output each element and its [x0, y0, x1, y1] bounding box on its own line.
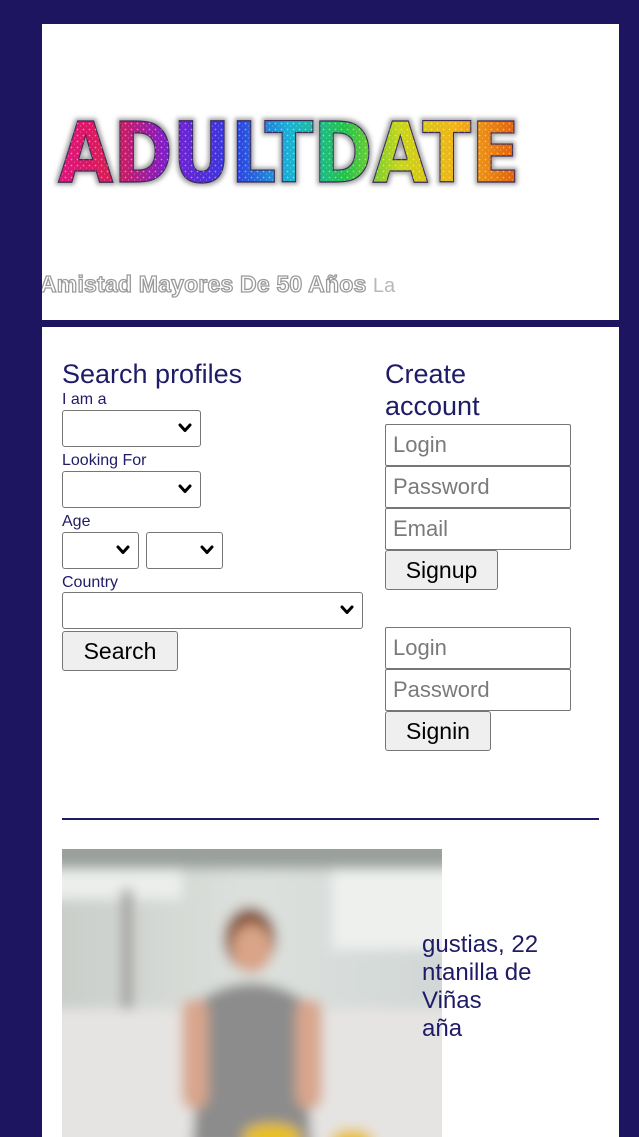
signin-password-input[interactable]: [385, 669, 571, 711]
main-content: Search profiles I am a Looking For Age C…: [42, 327, 619, 1137]
age-to-select[interactable]: [146, 532, 223, 569]
signup-email-input[interactable]: [385, 508, 571, 550]
age-label: Age: [62, 513, 91, 530]
signup-password-input[interactable]: [385, 466, 571, 508]
tagline-main: Amistad Mayores De 50 Años: [42, 270, 367, 297]
chevron-down-icon: [200, 545, 214, 554]
tagline-suffix: La: [372, 275, 396, 297]
looking-for-select[interactable]: [62, 471, 201, 508]
create-account-form: Create account Signup Signin: [385, 358, 605, 751]
site-tagline: Amistad Mayores De 50 Años La: [42, 270, 395, 300]
search-profiles-form: Search profiles I am a Looking For Age C…: [62, 358, 372, 671]
chevron-down-icon: [178, 423, 192, 432]
profile-photo[interactable]: [62, 849, 442, 1137]
logo-text-sparkle: ADULTDATE: [58, 104, 520, 202]
signin-login-input[interactable]: [385, 627, 571, 669]
site-logo[interactable]: ADULTDATE ADULTDATE: [52, 98, 532, 208]
age-range: [62, 532, 372, 569]
signup-button[interactable]: Signup: [385, 550, 498, 590]
profile-line: aña: [422, 1015, 463, 1042]
profile-line: gustias, 22: [422, 931, 539, 958]
profile-photo-image: [62, 849, 442, 1137]
create-account-title-line1: Create: [385, 359, 467, 389]
profile-line: ntanilla de: [422, 959, 532, 986]
create-account-title-line2: account: [385, 391, 480, 421]
search-button[interactable]: Search: [62, 631, 178, 671]
profile-line: Viñas: [422, 987, 482, 1014]
chevron-down-icon: [116, 545, 130, 554]
site-header: ADULTDATE ADULTDATE Amistad Mayores De 5…: [42, 24, 619, 320]
section-divider: [62, 818, 599, 820]
chevron-down-icon: [340, 605, 354, 614]
chevron-down-icon: [178, 484, 192, 493]
profile-location: gustias, 22 ntanilla de Viñas aña: [422, 931, 538, 1043]
looking-for-label: Looking For: [62, 452, 147, 469]
country-select[interactable]: [62, 592, 363, 629]
signin-button[interactable]: Signin: [385, 711, 491, 751]
i-am-select[interactable]: [62, 410, 201, 447]
create-account-title: Create account: [385, 358, 605, 422]
signup-login-input[interactable]: [385, 424, 571, 466]
i-am-label: I am a: [62, 391, 107, 408]
logo-image: ADULTDATE ADULTDATE: [57, 103, 520, 202]
country-label: Country: [62, 574, 119, 591]
page-frame: ADULTDATE ADULTDATE Amistad Mayores De 5…: [42, 24, 619, 1137]
age-from-select[interactable]: [62, 532, 139, 569]
search-profiles-title: Search profiles: [62, 359, 243, 389]
